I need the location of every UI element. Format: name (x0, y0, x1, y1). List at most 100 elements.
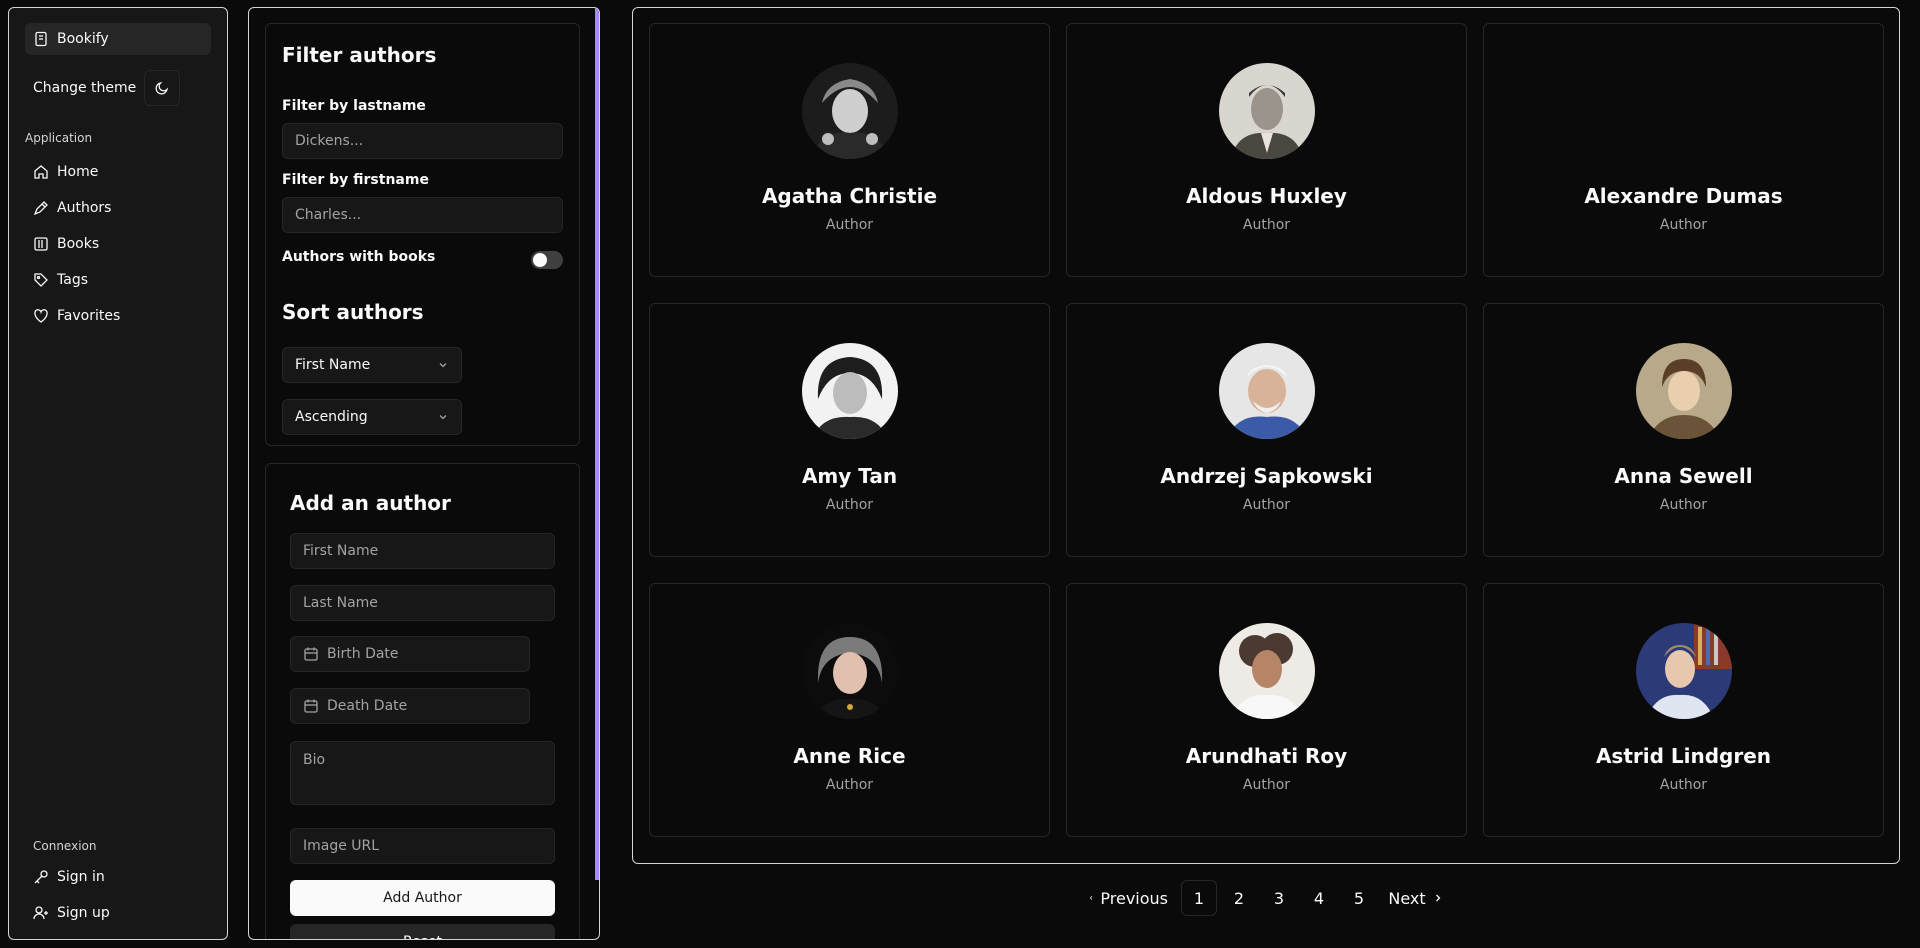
author-name: Andrzej Sapkowski (1160, 464, 1373, 488)
sort-order-value: Ascending (295, 409, 368, 425)
home-icon (34, 165, 48, 179)
author-avatar (1219, 623, 1315, 719)
author-avatar (802, 343, 898, 439)
birth-date-picker[interactable]: Birth Date (290, 636, 530, 672)
sort-field-select[interactable]: First Name (282, 347, 462, 383)
author-role: Author (1659, 777, 1708, 793)
author-name: Astrid Lindgren (1595, 744, 1772, 768)
author-card-andrzej-sapkowski[interactable]: Andrzej Sapkowski Author (1066, 303, 1467, 557)
last-name-input[interactable] (290, 585, 555, 621)
change-theme-button[interactable] (144, 70, 181, 106)
birth-date-label: Birth Date (327, 646, 399, 662)
author-role: Author (825, 217, 874, 233)
page-button-4[interactable]: 4 (1301, 880, 1337, 916)
author-role: Author (1659, 217, 1708, 233)
page-button-1[interactable]: 1 (1181, 880, 1217, 916)
chevron-left-icon (1089, 896, 1093, 900)
sort-title: Sort authors (282, 300, 424, 324)
filter-title: Filter authors (282, 43, 437, 67)
change-theme-label: Change theme (33, 80, 137, 96)
death-date-picker[interactable]: Death Date (290, 688, 530, 724)
author-name: Anna Sewell (1614, 464, 1753, 488)
add-author-button[interactable]: Add Author (290, 880, 555, 916)
filter-card: Filter authors Filter by lastname Filter… (265, 23, 580, 446)
author-card-arundhati-roy[interactable]: Arundhati Roy Author (1066, 583, 1467, 837)
author-card-astrid-lindgren[interactable]: Astrid Lindgren Author (1483, 583, 1884, 837)
reset-button[interactable]: Reset (290, 924, 555, 939)
connexion-section-label: Connexion (33, 839, 97, 853)
author-role: Author (1242, 217, 1291, 233)
brand-button[interactable]: Bookify (25, 23, 211, 55)
sort-order-select[interactable]: Ascending (282, 399, 462, 435)
author-role: Author (1242, 777, 1291, 793)
add-author-card: Add an author Birth Date Death Date Add … (265, 463, 580, 939)
author-role: Author (825, 497, 874, 513)
nav-label: Favorites (57, 308, 121, 324)
sign-up-link[interactable]: Sign up (25, 895, 211, 931)
authors-with-books-toggle[interactable] (531, 251, 563, 269)
pen-icon (33, 201, 48, 216)
chevron-right-icon (1435, 894, 1441, 902)
lastname-filter-input[interactable] (282, 123, 563, 159)
image-url-input[interactable] (290, 828, 555, 864)
sign-in-label: Sign in (57, 869, 105, 885)
nav-label: Home (57, 164, 99, 180)
author-avatar (802, 63, 898, 159)
brand-label: Bookify (57, 31, 109, 47)
sign-in-link[interactable]: Sign in (25, 859, 211, 895)
scrollbar[interactable] (595, 8, 599, 880)
page-button-2[interactable]: 2 (1221, 880, 1257, 916)
calendar-icon (304, 699, 318, 713)
filter-panel: Filter authors Filter by lastname Filter… (248, 7, 600, 940)
calendar-icon (304, 647, 318, 661)
author-avatar (1219, 63, 1315, 159)
page-button-5[interactable]: 5 (1341, 880, 1377, 916)
nav-item-authors[interactable]: Authors (25, 190, 211, 226)
author-name: Anne Rice (793, 744, 906, 768)
author-avatar (802, 623, 898, 719)
nav-item-favorites[interactable]: Favorites (25, 298, 211, 334)
author-card-anna-sewell[interactable]: Anna Sewell Author (1483, 303, 1884, 557)
lastname-label: Filter by lastname (282, 98, 426, 114)
author-card-aldous-huxley[interactable]: Aldous Huxley Author (1066, 23, 1467, 277)
nav-item-books[interactable]: Books (25, 226, 211, 262)
nav-label: Tags (57, 272, 88, 288)
chevron-down-icon (439, 363, 447, 368)
next-label: Next (1388, 888, 1426, 908)
main-nav: Home Authors Books Tags Favorites (25, 154, 211, 334)
with-books-label: Authors with books (282, 249, 436, 265)
previous-page-button[interactable]: Previous (1088, 880, 1168, 916)
chevron-down-icon (439, 415, 447, 420)
author-role: Author (1242, 497, 1291, 513)
author-card-anne-rice[interactable]: Anne Rice Author (649, 583, 1050, 837)
sign-up-label: Sign up (57, 905, 110, 921)
authors-grid: Agatha Christie Author Aldous Huxley Aut… (632, 7, 1900, 864)
firstname-filter-input[interactable] (282, 197, 563, 233)
author-name: Arundhati Roy (1185, 744, 1348, 768)
author-card-alexandre-dumas[interactable]: Alexandre Dumas Author (1483, 23, 1884, 277)
author-role: Author (825, 777, 874, 793)
author-card-amy-tan[interactable]: Amy Tan Author (649, 303, 1050, 557)
user-plus-icon (33, 906, 48, 920)
next-page-button[interactable]: Next (1386, 880, 1446, 916)
author-avatar (1636, 343, 1732, 439)
nav-item-home[interactable]: Home (25, 154, 211, 190)
sort-field-value: First Name (295, 357, 371, 373)
heart-icon (34, 309, 48, 323)
nav-label: Books (57, 236, 100, 252)
author-card-agatha-christie[interactable]: Agatha Christie Author (649, 23, 1050, 277)
nav-item-tags[interactable]: Tags (25, 262, 211, 298)
first-name-input[interactable] (290, 533, 555, 569)
auth-nav: Sign in Sign up (25, 859, 211, 931)
moon-icon (155, 81, 169, 95)
death-date-label: Death Date (327, 698, 408, 714)
page-button-3[interactable]: 3 (1261, 880, 1297, 916)
bio-textarea[interactable] (290, 741, 555, 805)
previous-label: Previous (1100, 888, 1168, 908)
sidebar: Bookify Change theme Application Home Au… (8, 7, 228, 940)
nav-label: Authors (57, 200, 112, 216)
tag-icon (34, 273, 48, 287)
author-name: Agatha Christie (761, 184, 938, 208)
author-role: Author (1659, 497, 1708, 513)
add-author-title: Add an author (290, 491, 451, 515)
